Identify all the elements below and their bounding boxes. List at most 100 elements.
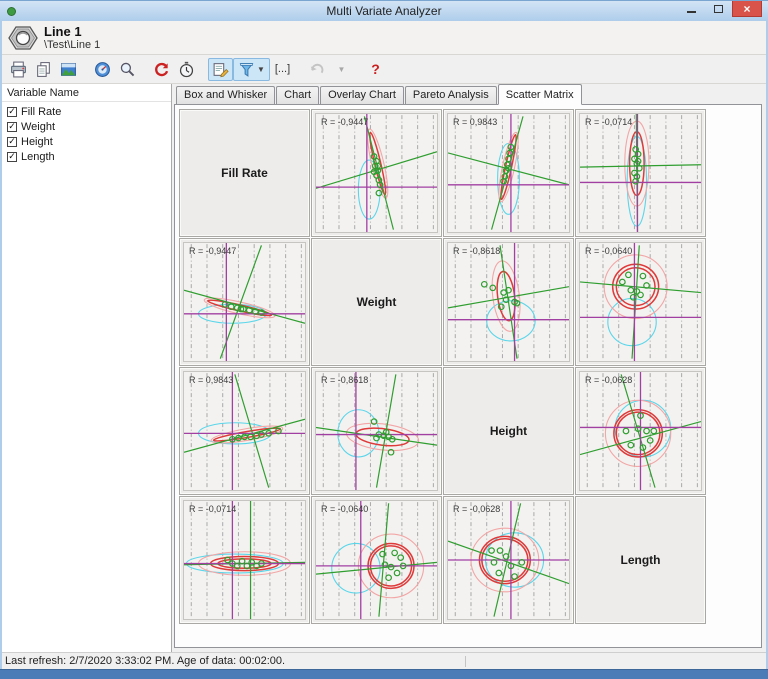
tab-content: Fill RateR = -0,9447R = 0,9843R = -0,071… — [174, 104, 762, 648]
toolbar-separator — [140, 69, 149, 70]
scatter-plot: R = -0,0628 — [579, 371, 702, 491]
variable-item-weight[interactable]: ✓ Weight — [2, 119, 171, 134]
undo-caret-icon: ▼ — [338, 65, 346, 74]
maximize-button[interactable] — [705, 1, 732, 17]
header: Line 1 \Test\Line 1 — [2, 21, 766, 55]
variable-item-height[interactable]: ✓ Height — [2, 134, 171, 149]
tab-box-and-whisker[interactable]: Box and Whisker — [176, 86, 275, 104]
matrix-plot-cell: R = -0,0628 — [575, 367, 706, 495]
status-text: Last refresh: 2/7/2020 3:33:02 PM. Age o… — [5, 655, 285, 667]
correlation-label: R = -0,9447 — [321, 117, 368, 127]
undo-caret-button[interactable]: ▼ — [329, 58, 354, 81]
matrix-plot-cell: R = 0,9843 — [179, 367, 310, 495]
app-window: Multi Variate Analyzer × Line 1 \Test\Li… — [0, 0, 768, 679]
filter-icon — [238, 61, 255, 78]
export-image-icon — [60, 61, 77, 78]
matrix-diagonal-weight: Weight — [311, 238, 442, 366]
toolbar-separator — [81, 69, 90, 70]
undo-button[interactable] — [304, 58, 329, 81]
matrix-plot-cell: R = -0,0640 — [311, 496, 442, 624]
help-icon: ? — [371, 61, 380, 77]
matrix-plot-cell: R = -0,0714 — [575, 109, 706, 237]
window-body: Line 1 \Test\Line 1 — [2, 21, 766, 669]
refresh-icon — [153, 61, 170, 78]
variable-list-header: Variable Name — [2, 84, 171, 102]
matrix-plot-cell: R = -0,9447 — [179, 238, 310, 366]
refresh-button[interactable] — [149, 58, 174, 81]
correlation-label: R = 0,9843 — [453, 117, 497, 127]
correlation-label: R = -0,0628 — [453, 504, 500, 514]
window-title: Multi Variate Analyzer — [0, 4, 768, 18]
zoom-icon — [119, 61, 136, 78]
variable-label: Height — [21, 136, 53, 148]
correlation-label: R = -0,8618 — [321, 375, 368, 385]
checkbox-height[interactable]: ✓ — [7, 137, 17, 147]
edit-properties-icon — [212, 61, 229, 78]
variable-item-fill-rate[interactable]: ✓ Fill Rate — [2, 104, 171, 119]
tab-panel: Box and WhiskerChartOverlay ChartPareto … — [172, 84, 766, 652]
timer-button[interactable] — [174, 58, 199, 81]
matrix-plot-cell: R = -0,8618 — [443, 238, 574, 366]
zoom-button[interactable] — [115, 58, 140, 81]
tab-scatter-matrix[interactable]: Scatter Matrix — [498, 84, 582, 105]
correlation-label: R = -0,0628 — [585, 375, 632, 385]
status-bar: Last refresh: 2/7/2020 3:33:02 PM. Age o… — [2, 652, 766, 669]
scatter-plot-canvas — [184, 372, 305, 490]
page-title: Line 1 — [44, 24, 100, 39]
correlation-label: R = -0,0714 — [189, 504, 236, 514]
toolbar-separator — [295, 69, 304, 70]
scatter-plot: R = -0,8618 — [315, 371, 438, 491]
scatter-plot: R = 0,9843 — [183, 371, 306, 491]
checkbox-fill-rate[interactable]: ✓ — [7, 107, 17, 117]
tab-chart[interactable]: Chart — [276, 86, 319, 104]
correlation-label: R = -0,0714 — [585, 117, 632, 127]
export-image-button[interactable] — [56, 58, 81, 81]
matrix-plot-cell: R = -0,0640 — [575, 238, 706, 366]
variable-label: Length — [21, 151, 55, 163]
tab-pareto-analysis[interactable]: Pareto Analysis — [405, 86, 497, 104]
scatter-plot-canvas — [316, 501, 437, 619]
variable-label: Weight — [21, 121, 55, 133]
correlation-label: R = -0,0640 — [585, 246, 632, 256]
scatter-plot-canvas — [184, 501, 305, 619]
parameters-button[interactable]: [...] — [270, 58, 295, 81]
timer-icon — [178, 61, 195, 78]
checkbox-length[interactable]: ✓ — [7, 152, 17, 162]
gauge-button[interactable] — [90, 58, 115, 81]
copy-button[interactable] — [31, 58, 56, 81]
status-divider — [465, 656, 466, 667]
scatter-plot-canvas — [448, 501, 569, 619]
scatter-plot: R = -0,0640 — [315, 500, 438, 620]
scatter-matrix: Fill RateR = -0,9447R = 0,9843R = -0,071… — [179, 109, 706, 624]
print-button[interactable] — [6, 58, 31, 81]
help-button[interactable]: ? — [363, 58, 388, 81]
scatter-plot: R = -0,8618 — [447, 242, 570, 362]
scatter-plot-canvas — [580, 372, 701, 490]
variable-label: Fill Rate — [21, 106, 61, 118]
scatter-plot: R = -0,0714 — [183, 500, 306, 620]
checkbox-weight[interactable]: ✓ — [7, 122, 17, 132]
scatter-plot-canvas — [448, 114, 569, 232]
print-icon — [10, 61, 27, 78]
variable-item-length[interactable]: ✓ Length — [2, 149, 171, 164]
close-button[interactable]: × — [732, 1, 762, 17]
matrix-diagonal-height: Height — [443, 367, 574, 495]
scatter-plot-canvas — [448, 243, 569, 361]
matrix-plot-cell: R = -0,8618 — [311, 367, 442, 495]
tab-overlay-chart[interactable]: Overlay Chart — [320, 86, 404, 104]
minimize-button[interactable] — [678, 1, 705, 17]
toolbar-separator — [199, 69, 208, 70]
tab-bar: Box and WhiskerChartOverlay ChartPareto … — [174, 86, 762, 104]
gauge-icon — [94, 61, 111, 78]
scatter-plot-canvas — [316, 114, 437, 232]
filter-caret-icon[interactable]: ▼ — [257, 65, 265, 74]
scatter-plot: R = 0,9843 — [447, 113, 570, 233]
scatter-plot-canvas — [316, 372, 437, 490]
matrix-plot-cell: R = -0,0714 — [179, 496, 310, 624]
matrix-plot-cell: R = -0,0628 — [443, 496, 574, 624]
window-bottom-border — [0, 669, 768, 679]
filter-button[interactable]: ▼ — [233, 58, 270, 81]
edit-properties-button[interactable] — [208, 58, 233, 81]
scatter-plot: R = -0,9447 — [183, 242, 306, 362]
main-area: Variable Name ✓ Fill Rate ✓ Weight ✓ Height ✓ L… — [2, 84, 766, 652]
